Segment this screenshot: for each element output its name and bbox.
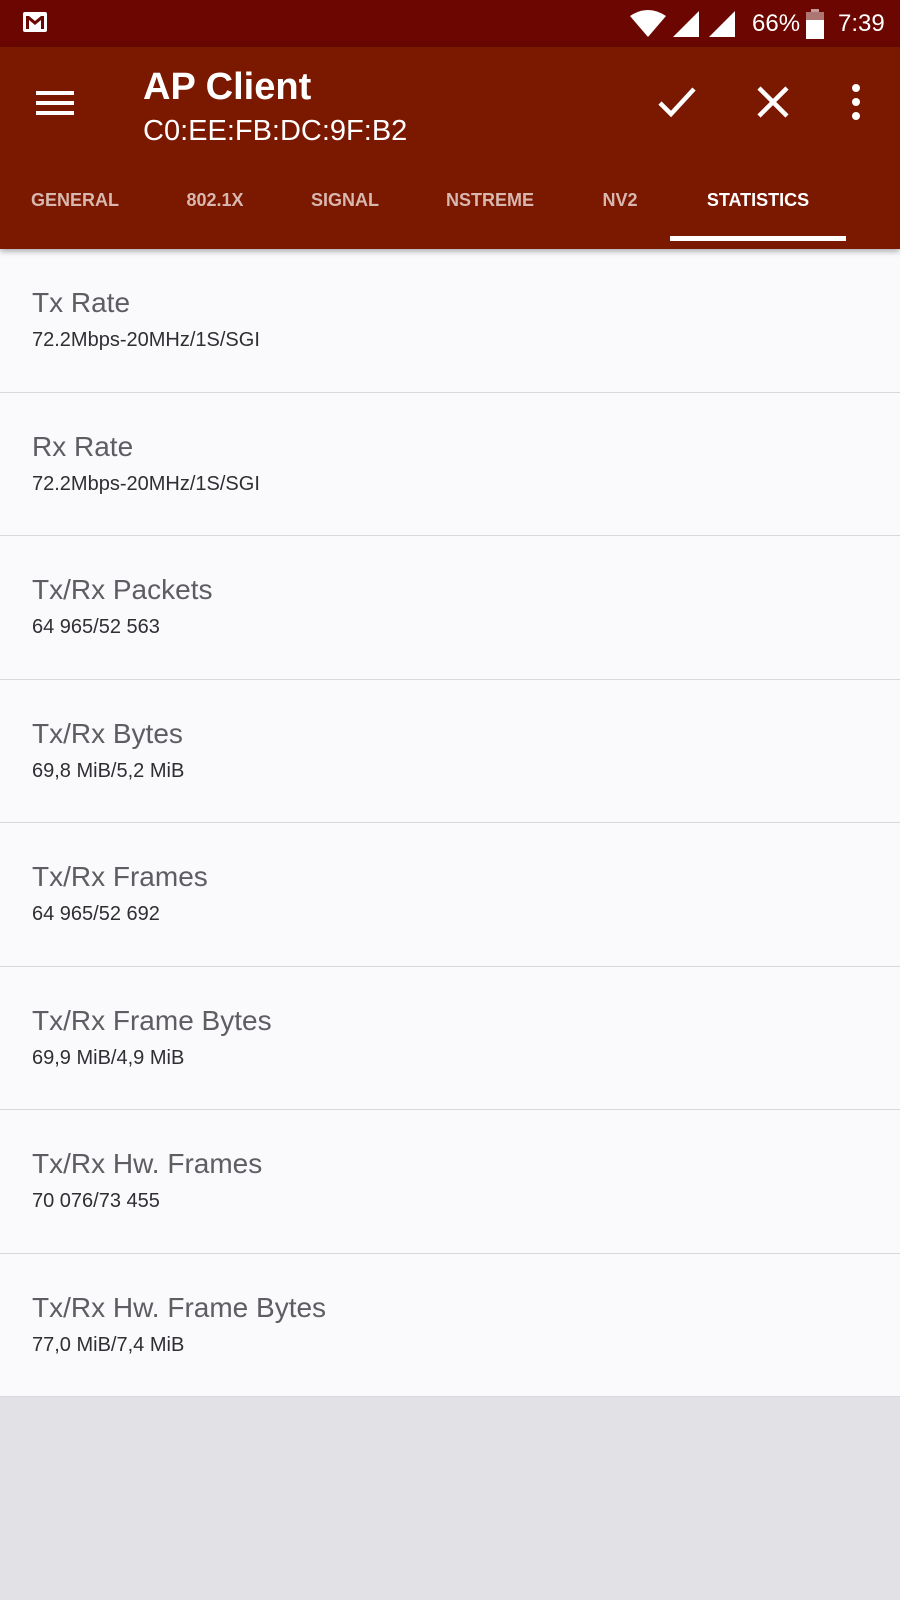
list-item-tx-rx-frame-bytes[interactable]: Tx/Rx Frame Bytes 69,9 MiB/4,9 MiB [0, 967, 900, 1110]
list-item-tx-rx-frames[interactable]: Tx/Rx Frames 64 965/52 692 [0, 823, 900, 967]
item-label: Tx/Rx Frames [32, 861, 208, 892]
list-item-tx-rx-hw-frame-bytes[interactable]: Tx/Rx Hw. Frame Bytes 77,0 MiB/7,4 MiB [0, 1254, 900, 1397]
active-tab-indicator [670, 236, 846, 241]
item-label: Rx Rate [32, 430, 134, 462]
cell-signal-icon-2 [709, 11, 735, 37]
app-bar: AP Client C0:EE:FB:DC:9F:B2 GENERAL 802.… [0, 47, 900, 249]
item-value: 69,8 MiB/5,2 MiB [32, 759, 185, 782]
item-value: 72.2Mbps-20MHz/1S/SGI [32, 329, 260, 351]
gmail-icon [23, 12, 47, 32]
hamburger-menu-icon[interactable] [30, 77, 80, 127]
tab-general[interactable]: GENERAL [0, 175, 150, 249]
battery-percent: 66% [752, 10, 801, 37]
item-value: 64 965/52 563 [32, 616, 160, 638]
item-label: Tx Rate [32, 287, 131, 318]
item-value: 64 965/52 692 [32, 903, 160, 925]
item-value: 69,9 MiB/4,9 MiB [32, 1046, 185, 1069]
page-title: AP Client [143, 66, 312, 108]
list-item-tx-rx-bytes[interactable]: Tx/Rx Bytes 69,8 MiB/5,2 MiB [0, 680, 900, 823]
app-screen: 66% 7:39 AP Client C0:EE:FB:DC:9F:B2 GEN… [0, 0, 900, 1600]
tab-signal[interactable]: SIGNAL [280, 175, 410, 249]
item-label: Tx/Rx Bytes [32, 717, 183, 749]
battery-icon [806, 9, 824, 39]
item-value: 70 076/73 455 [32, 1190, 160, 1212]
wifi-icon [630, 10, 666, 37]
tab-nstreme[interactable]: NSTREME [410, 175, 570, 249]
page-subtitle: C0:EE:FB:DC:9F:B2 [143, 115, 408, 147]
check-icon[interactable] [652, 77, 702, 127]
tab-nv2[interactable]: NV2 [570, 175, 670, 249]
more-vert-icon[interactable] [836, 77, 876, 127]
status-bar: 66% 7:39 [0, 0, 900, 47]
item-label: Tx/Rx Packets [32, 574, 213, 605]
item-label: Tx/Rx Hw. Frames [32, 1148, 263, 1179]
tab-802-1x[interactable]: 802.1X [150, 175, 280, 249]
cell-signal-icon [673, 11, 699, 37]
list-item-tx-rate[interactable]: Tx Rate 72.2Mbps-20MHz/1S/SGI [0, 249, 900, 393]
list-item-tx-rx-packets[interactable]: Tx/Rx Packets 64 965/52 563 [0, 536, 900, 680]
clock: 7:39 [838, 10, 885, 37]
close-icon[interactable] [748, 77, 798, 127]
list-item-tx-rx-hw-frames[interactable]: Tx/Rx Hw. Frames 70 076/73 455 [0, 1110, 900, 1254]
list-item-rx-rate[interactable]: Rx Rate 72.2Mbps-20MHz/1S/SGI [0, 393, 900, 536]
item-value: 72.2Mbps-20MHz/1S/SGI [32, 472, 260, 495]
item-value: 77,0 MiB/7,4 MiB [32, 1333, 185, 1356]
item-label: Tx/Rx Hw. Frame Bytes [32, 1291, 327, 1323]
statistics-list: Tx Rate 72.2Mbps-20MHz/1S/SGI Rx Rate 72… [0, 249, 900, 1397]
item-label: Tx/Rx Frame Bytes [32, 1004, 272, 1036]
